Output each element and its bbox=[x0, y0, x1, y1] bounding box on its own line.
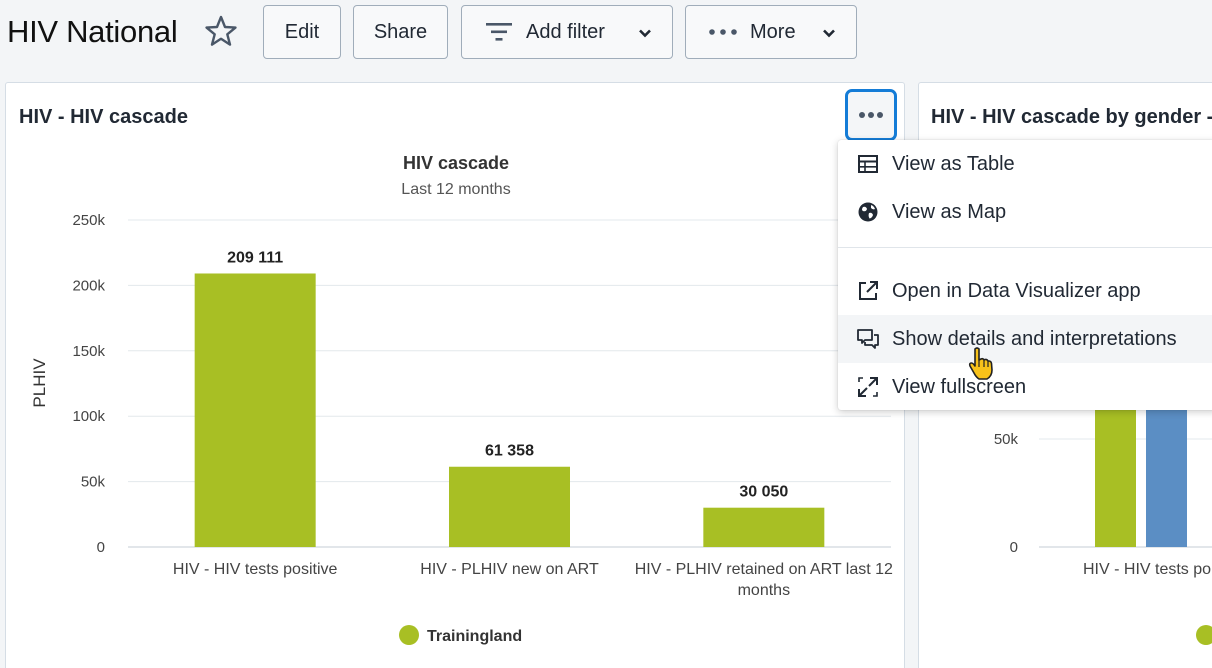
menu-divider bbox=[838, 247, 1212, 248]
menu-item-label: Open in Data Visualizer app bbox=[892, 279, 1141, 302]
external-link-icon bbox=[859, 281, 878, 300]
filter-icon bbox=[486, 23, 512, 41]
data-label: 61 358 bbox=[485, 443, 534, 460]
menu-item-label: View fullscreen bbox=[892, 375, 1027, 398]
x-tick-label: HIV - HIV tests positive bbox=[173, 561, 338, 578]
menu-item-view-as-map[interactable]: View as Map bbox=[838, 188, 1212, 236]
menu-item-view-as-table[interactable]: View as Table bbox=[838, 140, 1212, 188]
legend-label: Trainingland bbox=[427, 628, 522, 645]
share-button-label: Share bbox=[373, 20, 428, 43]
bar bbox=[703, 507, 825, 547]
globe-icon bbox=[858, 202, 878, 222]
menu-item-open-in-data-visualizer[interactable]: Open in Data Visualizer app bbox=[838, 267, 1212, 315]
y-tick-label: 250k bbox=[72, 212, 105, 229]
chevron-down-icon bbox=[639, 29, 651, 38]
more-button[interactable]: More bbox=[685, 5, 857, 59]
menu-item-label: View as Map bbox=[892, 200, 1007, 223]
bar bbox=[449, 466, 570, 547]
menu-item-show-details-and-interpretations[interactable]: Show details and interpretations bbox=[838, 315, 1212, 363]
more-label: More bbox=[750, 20, 796, 43]
x-tick-label: HIV - HIV tests po bbox=[1083, 561, 1211, 578]
dashboard-title: HIV National bbox=[7, 14, 178, 49]
data-label: 209 111 bbox=[227, 249, 283, 266]
share-button[interactable]: Share bbox=[353, 5, 448, 59]
more-horizontal-icon bbox=[709, 29, 737, 35]
add-filter-button[interactable]: Add filter bbox=[461, 5, 673, 59]
menu-item-label: View as Table bbox=[892, 152, 1015, 175]
y-axis-label: PLHIV bbox=[30, 358, 49, 408]
edit-button-label: Edit bbox=[284, 20, 320, 43]
y-tick-label: 200k bbox=[72, 277, 105, 294]
bar bbox=[194, 273, 316, 547]
y-tick-label: 50k bbox=[81, 474, 106, 491]
x-tick-label: HIV - PLHIV new on ART bbox=[420, 561, 599, 578]
y-tick-label: 50k bbox=[994, 431, 1019, 448]
menu-item-view-fullscreen[interactable]: View fullscreen bbox=[838, 363, 1212, 411]
table-icon bbox=[858, 155, 878, 173]
legend-swatch bbox=[1196, 625, 1212, 645]
chat-bubbles-icon bbox=[857, 329, 879, 349]
fullscreen-icon bbox=[858, 377, 878, 397]
chevron-down-icon bbox=[823, 29, 835, 38]
dashboard-header: HIV National Edit Share Add filter More bbox=[0, 0, 1212, 70]
dashboard-item-hiv-cascade: HIV - HIV cascade HIV cascade Last 12 mo… bbox=[5, 82, 905, 668]
add-filter-label: Add filter bbox=[526, 20, 605, 43]
edit-button[interactable]: Edit bbox=[263, 5, 341, 59]
y-tick-label: 0 bbox=[1010, 539, 1018, 556]
star-icon[interactable] bbox=[204, 14, 238, 48]
item-context-menu: View as Table View as Map Open in Data V… bbox=[838, 140, 1212, 410]
y-tick-label: 150k bbox=[72, 343, 105, 360]
y-tick-label: 0 bbox=[97, 539, 105, 556]
y-tick-label: 100k bbox=[72, 408, 105, 425]
legend-swatch bbox=[399, 625, 419, 645]
menu-item-label: Show details and interpretations bbox=[892, 327, 1177, 350]
x-tick-label: HIV - PLHIV retained on ART last 12 month… bbox=[635, 561, 893, 599]
bar-chart: 0 50k 100k 150k 200k 250k PLHIV 209 111 HIV - HI… bbox=[30, 212, 893, 645]
data-label: 30 050 bbox=[739, 484, 788, 501]
hand-cursor-icon bbox=[968, 347, 993, 380]
